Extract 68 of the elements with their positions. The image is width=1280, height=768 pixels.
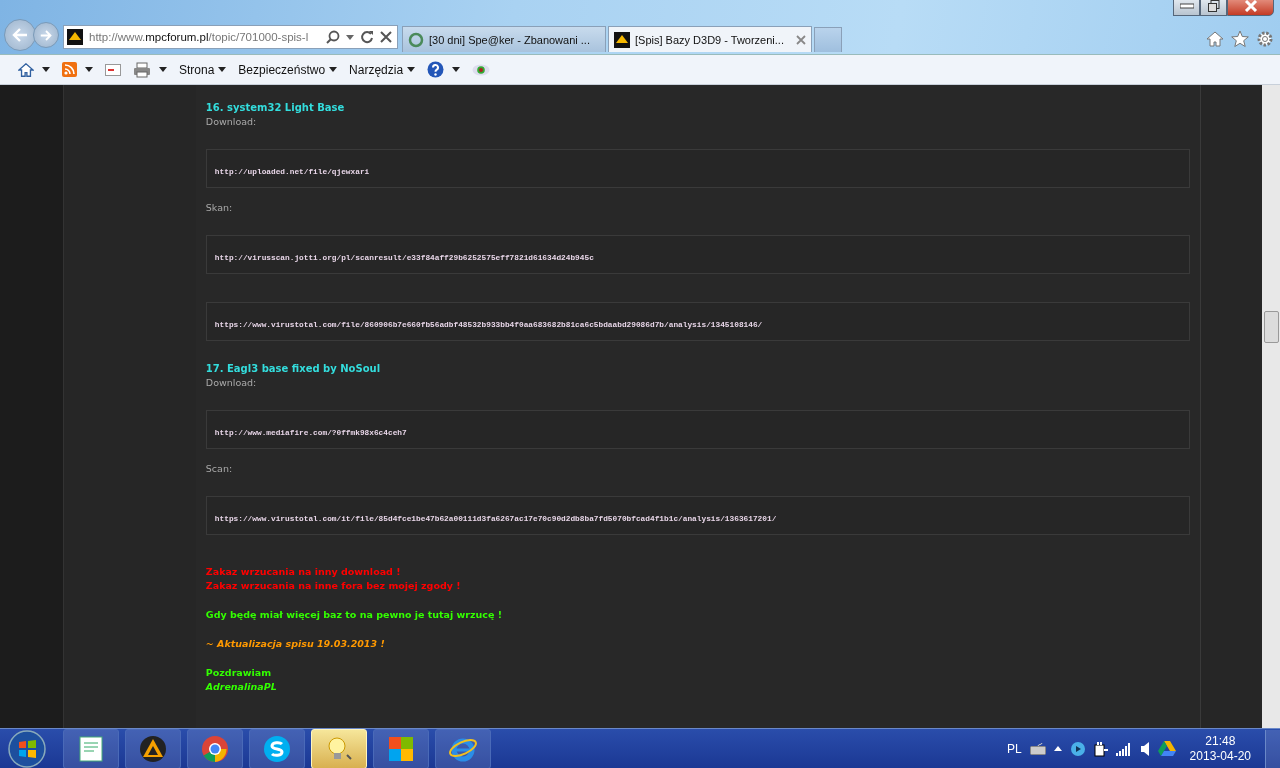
taskbar-app[interactable]	[125, 728, 181, 768]
chrome-icon	[201, 734, 229, 763]
notice-text: Zakaz wrzucania na inne fora bez mojej zgody !	[205, 579, 462, 593]
minimize-button[interactable]	[1173, 0, 1200, 16]
taskbar-app[interactable]	[187, 728, 243, 768]
clock[interactable]: 21:48 2013-04-20	[1189, 733, 1251, 764]
network-status-icon[interactable]	[1069, 740, 1086, 757]
speaker-icon[interactable]	[1139, 741, 1150, 756]
close-icon[interactable]	[380, 31, 392, 43]
mail-button[interactable]	[105, 63, 121, 76]
scroll-thumb[interactable]	[1264, 311, 1279, 343]
skype-icon	[263, 734, 291, 763]
back-arrow-icon	[12, 28, 28, 42]
section-heading: 16. system32 Light Base	[205, 102, 346, 113]
restore-button[interactable]	[1200, 0, 1227, 16]
loading-icon	[408, 31, 424, 48]
home-button[interactable]	[18, 61, 50, 78]
section-heading: 17. Eagl3 base fixed by NoSoul	[205, 363, 382, 374]
language-indicator[interactable]: PL	[1006, 741, 1022, 756]
section-label: Download:	[205, 116, 258, 127]
taskbar-app[interactable]	[373, 728, 429, 768]
menu-button[interactable]: Bezpieczeństwo	[238, 62, 338, 77]
address-text: http://www.mpcforum.pl/topic/701000-spis-l	[89, 31, 310, 43]
keyboard-icon[interactable]	[1029, 742, 1046, 755]
menu-button[interactable]: Strona	[179, 62, 227, 77]
notepad-icon	[77, 734, 105, 763]
eye-icon[interactable]	[472, 63, 491, 76]
taskbar-app[interactable]	[63, 728, 119, 768]
notice-text: Pozdrawiam	[205, 666, 273, 680]
signal-bars-icon[interactable]	[1115, 741, 1132, 756]
scrollbar[interactable]	[1262, 85, 1280, 728]
feeds-button[interactable]	[62, 62, 93, 77]
close-button[interactable]	[1227, 0, 1274, 16]
drive-icon[interactable]	[1157, 740, 1176, 757]
start-button[interactable]	[7, 728, 47, 768]
notice-text: AdrenalinaPL	[205, 680, 278, 694]
restore-icon	[1207, 0, 1220, 12]
section-label: Skan:	[205, 202, 234, 213]
address-field[interactable]: http://www.mpcforum.pl/topic/701000-spis-l	[63, 25, 398, 49]
home-icon[interactable]	[1206, 30, 1224, 48]
menu-button[interactable]: Narzędzia	[349, 62, 416, 77]
site-icon	[67, 29, 83, 45]
search-icon[interactable]	[326, 30, 340, 44]
section-label: Download:	[205, 377, 258, 388]
browser-tab[interactable]: [Spis] Bazy D3D9 - Tworzeni...	[608, 26, 812, 52]
browser-tab[interactable]: [30 dni] Spe@ker - Zbanowani ...	[402, 26, 606, 52]
power-plug-icon[interactable]	[1093, 740, 1108, 757]
help-button[interactable]	[427, 61, 461, 78]
close-icon[interactable]	[796, 34, 806, 45]
show-hidden-icon[interactable]	[1053, 746, 1062, 751]
forward-arrow-icon	[40, 29, 52, 41]
tiles-icon	[387, 734, 415, 763]
close-icon	[1243, 0, 1258, 12]
minimize-icon	[1179, 3, 1194, 9]
taskbar-app[interactable]	[435, 728, 491, 768]
section-label: Scan:	[205, 463, 234, 474]
taskbar-app[interactable]	[249, 728, 305, 768]
caret-icon[interactable]	[346, 34, 354, 40]
print-button[interactable]	[133, 61, 167, 78]
site-icon	[614, 31, 630, 48]
star-icon[interactable]	[1231, 30, 1249, 48]
forward-button[interactable]	[33, 22, 59, 48]
back-button[interactable]	[4, 19, 36, 51]
notice-text: Zakaz wrzucania na inny download !	[205, 565, 402, 579]
settings-icon[interactable]	[1256, 30, 1274, 48]
notice-text: Gdy będę miał więcej baz to na pewno je tutaj wrzucę !	[205, 608, 504, 622]
notice-text: ~ Aktualizacja spisu 19.03.2013 !	[205, 637, 386, 651]
refresh-icon[interactable]	[360, 30, 374, 44]
